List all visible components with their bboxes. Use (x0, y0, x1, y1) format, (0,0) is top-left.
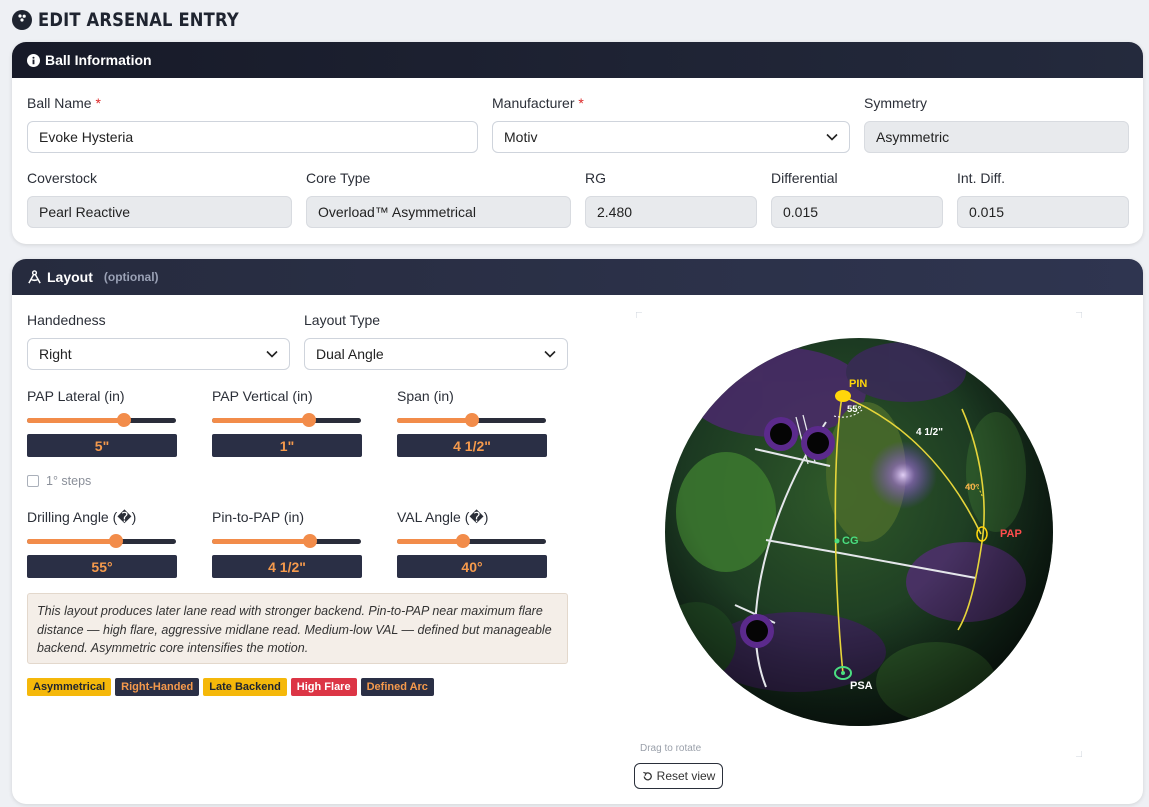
differential-field: 0.015 (771, 196, 943, 228)
span-value: 4 1/2" (397, 434, 547, 457)
page-title-text: EDIT ARSENAL ENTRY (38, 9, 239, 31)
pap-vertical-value: 1" (212, 434, 362, 457)
drilling-angle-slider[interactable] (27, 534, 176, 548)
chevron-down-icon (544, 350, 556, 358)
symmetry-label: Symmetry (864, 95, 927, 111)
rg-label: RG (585, 170, 606, 186)
badge-late-backend: Late Backend (203, 678, 287, 696)
one-degree-steps-checkbox[interactable]: 1° steps (27, 474, 91, 488)
core-type-field: Overload™ Asymmetrical (306, 196, 571, 228)
pap-lateral-slider[interactable] (27, 413, 176, 427)
symmetry-field: Asymmetric (864, 121, 1129, 153)
rg-field: 2.480 (585, 196, 757, 228)
cg-marker (834, 538, 840, 544)
ball-name-input[interactable]: Evoke Hysteria (27, 121, 478, 153)
ball-name-label: Ball Name * (27, 95, 101, 111)
layout-badges: Asymmetrical Right-Handed Late Backend H… (27, 678, 434, 696)
badge-high-flare: High Flare (290, 678, 357, 696)
thumb-hole (740, 614, 774, 648)
pap-label: PAP (1000, 528, 1022, 540)
coverstock-field: Pearl Reactive (27, 196, 292, 228)
int-diff-field: 0.015 (957, 196, 1129, 228)
bowling-ball-icon (12, 10, 32, 30)
pin-to-pap-label: Pin-to-PAP (in) (212, 509, 305, 525)
ball-information-header: Ball Information (12, 42, 1143, 78)
drilling-angle-value: 55° (27, 555, 177, 578)
val-angle-value: 40° (397, 555, 547, 578)
pin-to-pap-value: 4 1/2" (212, 555, 362, 578)
pap-lateral-value: 5" (27, 434, 177, 457)
pap-vertical-slider[interactable] (212, 413, 361, 427)
pin-to-pap-slider[interactable] (212, 534, 361, 548)
info-icon (27, 53, 40, 67)
pap-lateral-label: PAP Lateral (in) (27, 388, 125, 404)
layout-header: Layout (optional) (12, 259, 1143, 295)
pin-label: PIN (849, 378, 867, 390)
layout-optional-tag: (optional) (103, 270, 159, 284)
core-type-label: Core Type (306, 170, 371, 186)
span-slider[interactable] (397, 413, 546, 427)
val-angle-label: VAL Angle (�) (397, 509, 489, 525)
pap-vertical-label: PAP Vertical (in) (212, 388, 313, 404)
manufacturer-label: Manufacturer * (492, 95, 584, 111)
layout-type-select[interactable]: Dual Angle (304, 338, 568, 370)
rotate-icon (642, 771, 652, 780)
drilling-angle-label: Drilling Angle (�) (27, 509, 137, 525)
badge-right-handed: Right-Handed (115, 678, 200, 696)
val-angle-label-viz: 40° (965, 482, 980, 493)
handedness-select[interactable]: Right (27, 338, 290, 370)
layout-description: This layout produces later lane read wit… (27, 593, 568, 664)
ball-layout-visualization[interactable]: PIN 55° 4 1/2" 40° PAP CG PSA (636, 312, 1082, 757)
drafting-compass-icon (28, 269, 41, 283)
handedness-label: Handedness (27, 312, 106, 328)
reset-view-button[interactable]: Reset view (634, 763, 723, 789)
ball-information-title: Ball Information (45, 52, 152, 68)
cg-label: CG (842, 535, 859, 547)
pin-angle-label: 55° (847, 404, 862, 415)
span-label-viz: 4 1/2" (916, 427, 943, 438)
drag-hint: Drag to rotate (640, 743, 702, 754)
layout-type-label: Layout Type (304, 312, 381, 328)
span-label: Span (in) (397, 388, 454, 404)
badge-asymmetrical: Asymmetrical (27, 678, 112, 696)
int-diff-label: Int. Diff. (957, 170, 1005, 186)
psa-label: PSA (850, 680, 873, 692)
val-angle-slider[interactable] (397, 534, 546, 548)
chevron-down-icon (826, 133, 838, 141)
badge-defined-arc: Defined Arc (360, 678, 434, 696)
coverstock-label: Coverstock (27, 170, 98, 186)
differential-label: Differential (771, 170, 838, 186)
manufacturer-select[interactable]: Motiv (492, 121, 850, 153)
pin-marker (835, 390, 851, 402)
chevron-down-icon (266, 350, 278, 358)
layout-title: Layout (47, 269, 93, 285)
page-title: EDIT ARSENAL ENTRY (12, 9, 272, 31)
